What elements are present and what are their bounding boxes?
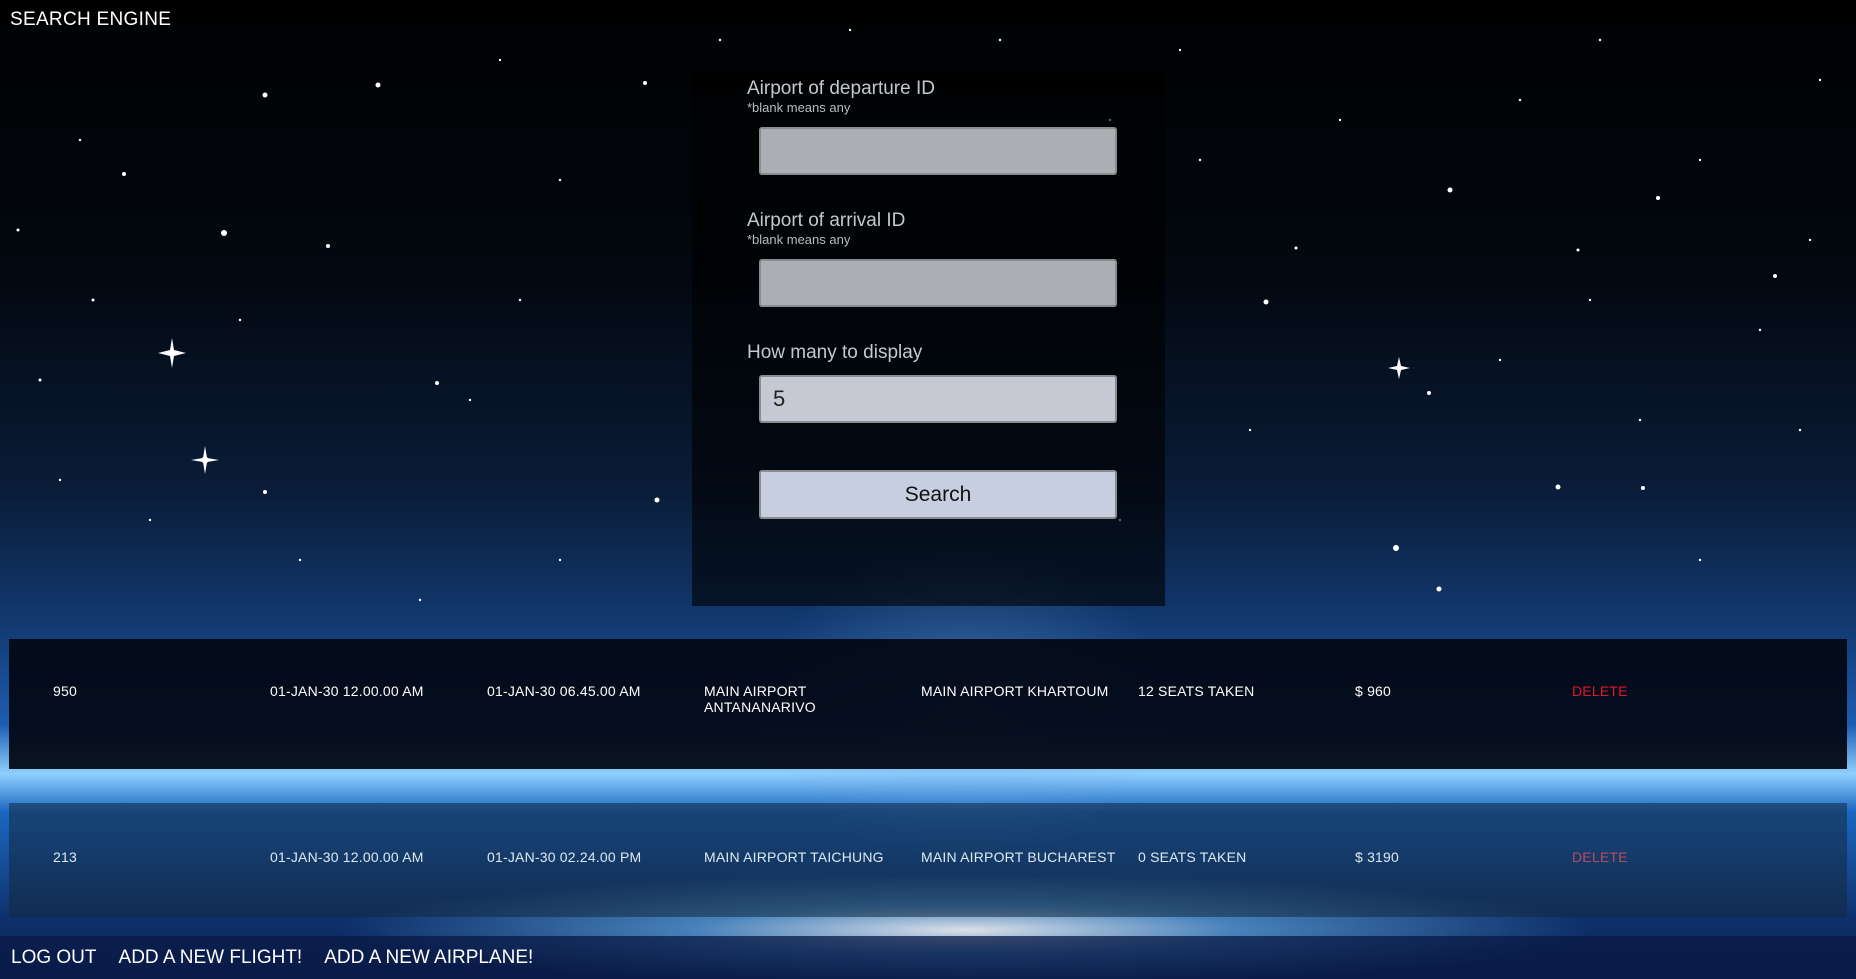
arrival-time: 01-JAN-30 02.24.00 PM bbox=[487, 849, 642, 865]
flight-id: 950 bbox=[53, 683, 77, 699]
arrival-id-input[interactable] bbox=[759, 259, 1117, 307]
display-count-label: How many to display bbox=[747, 342, 923, 363]
departure-airport: MAIN AIRPORT TAICHUNG bbox=[704, 849, 884, 865]
flight-id: 213 bbox=[53, 849, 77, 865]
arrival-airport: MAIN AIRPORT BUCHAREST bbox=[921, 849, 1116, 865]
flight-price: $ 3190 bbox=[1355, 849, 1400, 865]
departure-time: 01-JAN-30 12.00.00 AM bbox=[270, 849, 424, 865]
arrival-time: 01-JAN-30 06.45.00 AM bbox=[487, 683, 641, 699]
arrival-label: Airport of arrival ID bbox=[747, 210, 906, 231]
delete-flight-link[interactable]: DELETE bbox=[1572, 683, 1632, 699]
add-airplane-link[interactable]: ADD A NEW AIRPLANE! bbox=[324, 947, 533, 969]
arrival-airport: MAIN AIRPORT KHARTOUM bbox=[921, 683, 1109, 699]
flight-price: $ 960 bbox=[1355, 683, 1392, 699]
footer-nav: LOG OUT ADD A NEW FLIGHT! ADD A NEW AIRP… bbox=[0, 936, 1856, 979]
page-title: SEARCH ENGINE bbox=[10, 9, 172, 30]
departure-id-input[interactable] bbox=[759, 127, 1117, 175]
flight-row: 950 01-JAN-30 12.00.00 AM 01-JAN-30 06.4… bbox=[9, 639, 1847, 769]
logout-link[interactable]: LOG OUT bbox=[11, 947, 97, 969]
arrival-hint: *blank means any bbox=[747, 232, 851, 247]
flight-row: 213 01-JAN-30 12.00.00 AM 01-JAN-30 02.2… bbox=[9, 803, 1847, 917]
search-form-panel: Airport of departure ID *blank means any… bbox=[692, 73, 1165, 606]
departure-time: 01-JAN-30 12.00.00 AM bbox=[270, 683, 424, 699]
results-list: 950 01-JAN-30 12.00.00 AM 01-JAN-30 06.4… bbox=[9, 639, 1847, 917]
departure-hint: *blank means any bbox=[747, 100, 851, 115]
search-button[interactable]: Search bbox=[759, 470, 1117, 519]
add-flight-link[interactable]: ADD A NEW FLIGHT! bbox=[119, 947, 303, 969]
departure-airport: MAIN AIRPORT ANTANANARIVO bbox=[704, 683, 816, 715]
display-count-input[interactable] bbox=[759, 375, 1117, 423]
delete-flight-link[interactable]: DELETE bbox=[1572, 849, 1632, 865]
seats-taken: 12 SEATS TAKEN bbox=[1138, 683, 1255, 699]
departure-label: Airport of departure ID bbox=[747, 78, 935, 99]
seats-taken: 0 SEATS TAKEN bbox=[1138, 849, 1247, 865]
